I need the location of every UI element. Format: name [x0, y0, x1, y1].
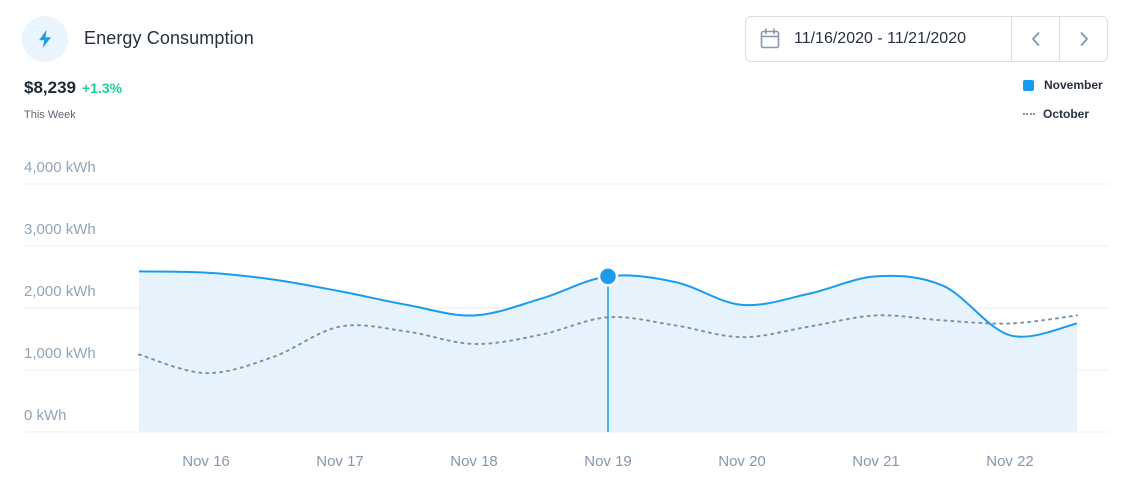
y-tick-label: 4,000 kWh	[24, 159, 96, 176]
x-tick-label: Nov 21	[852, 453, 900, 470]
y-tick-label: 0 kWh	[24, 407, 67, 424]
x-tick-label: Nov 17	[316, 453, 364, 470]
highlight-point	[597, 266, 619, 287]
y-tick-label: 3,000 kWh	[24, 221, 96, 238]
energy-chart: 0 kWh 1,000 kWh 2,000 kWh 3,000 kWh 4,000 kW…	[24, 159, 1108, 470]
x-tick-label: Nov 18	[450, 453, 498, 470]
x-tick-label: Nov 22	[986, 453, 1034, 470]
x-tick-label: Nov 20	[718, 453, 766, 470]
y-tick-label: 2,000 kWh	[24, 283, 96, 300]
y-axis-ticks: 0 kWh 1,000 kWh 2,000 kWh 3,000 kWh 4,000 kW…	[24, 159, 96, 424]
chart-series	[138, 266, 1078, 432]
x-tick-label: Nov 16	[182, 453, 230, 470]
x-tick-label: Nov 19	[584, 453, 632, 470]
x-axis-ticks: Nov 16 Nov 17 Nov 18 Nov 19 Nov 20 Nov 21 Nov …	[182, 453, 1034, 470]
y-tick-label: 1,000 kWh	[24, 345, 96, 362]
